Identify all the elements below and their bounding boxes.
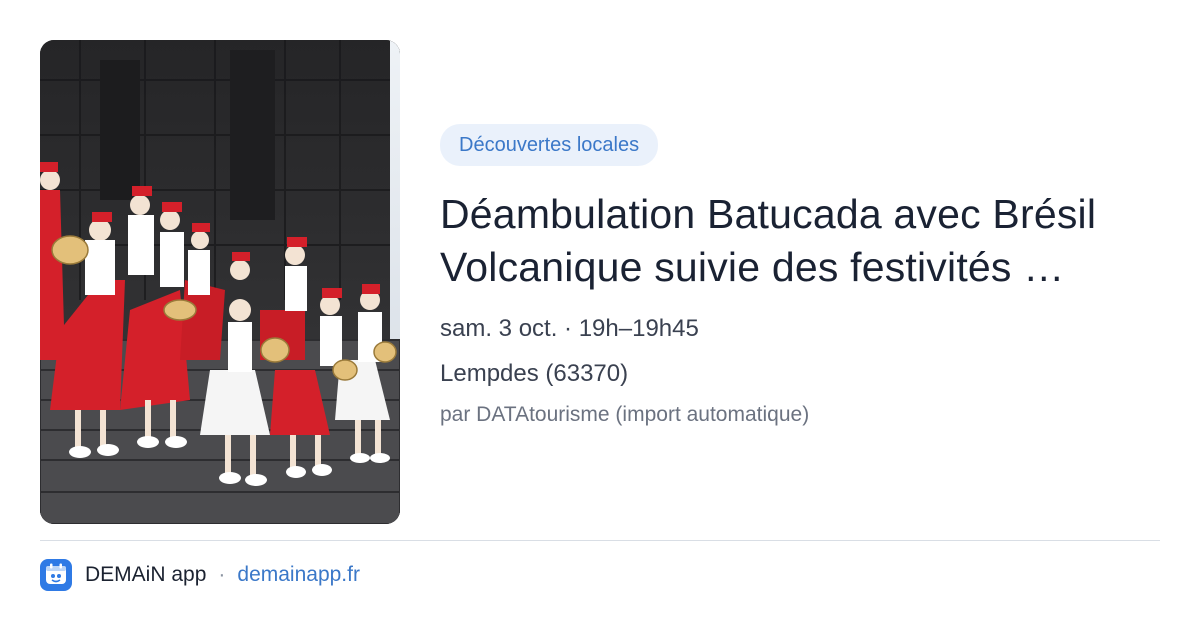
event-card[interactable]: Découvertes locales Déambulation Batucad…: [0, 0, 1200, 630]
batucada-photo-illustration: [40, 40, 400, 524]
site-link[interactable]: demainapp.fr: [237, 563, 360, 587]
event-source: par DATAtourisme (import automatique): [440, 403, 810, 426]
footer-divider: [40, 540, 1160, 541]
demain-app-icon[interactable]: [40, 559, 72, 591]
event-location: Lempdes (63370): [440, 360, 629, 387]
event-photo[interactable]: [40, 40, 400, 524]
category-chip[interactable]: Découvertes locales: [440, 124, 659, 166]
footer-separator: ·: [218, 563, 226, 586]
event-details: Découvertes locales Déambulation Batucad…: [440, 124, 1170, 428]
app-name: DEMAiN app: [85, 563, 207, 586]
footer: DEMAiN app · demainapp.fr: [40, 558, 360, 592]
event-datetime: sam. 3 oct. · 19h–19h45: [440, 315, 699, 342]
event-title[interactable]: Déambulation Batucada avec Brésil Volcan…: [440, 188, 1170, 294]
